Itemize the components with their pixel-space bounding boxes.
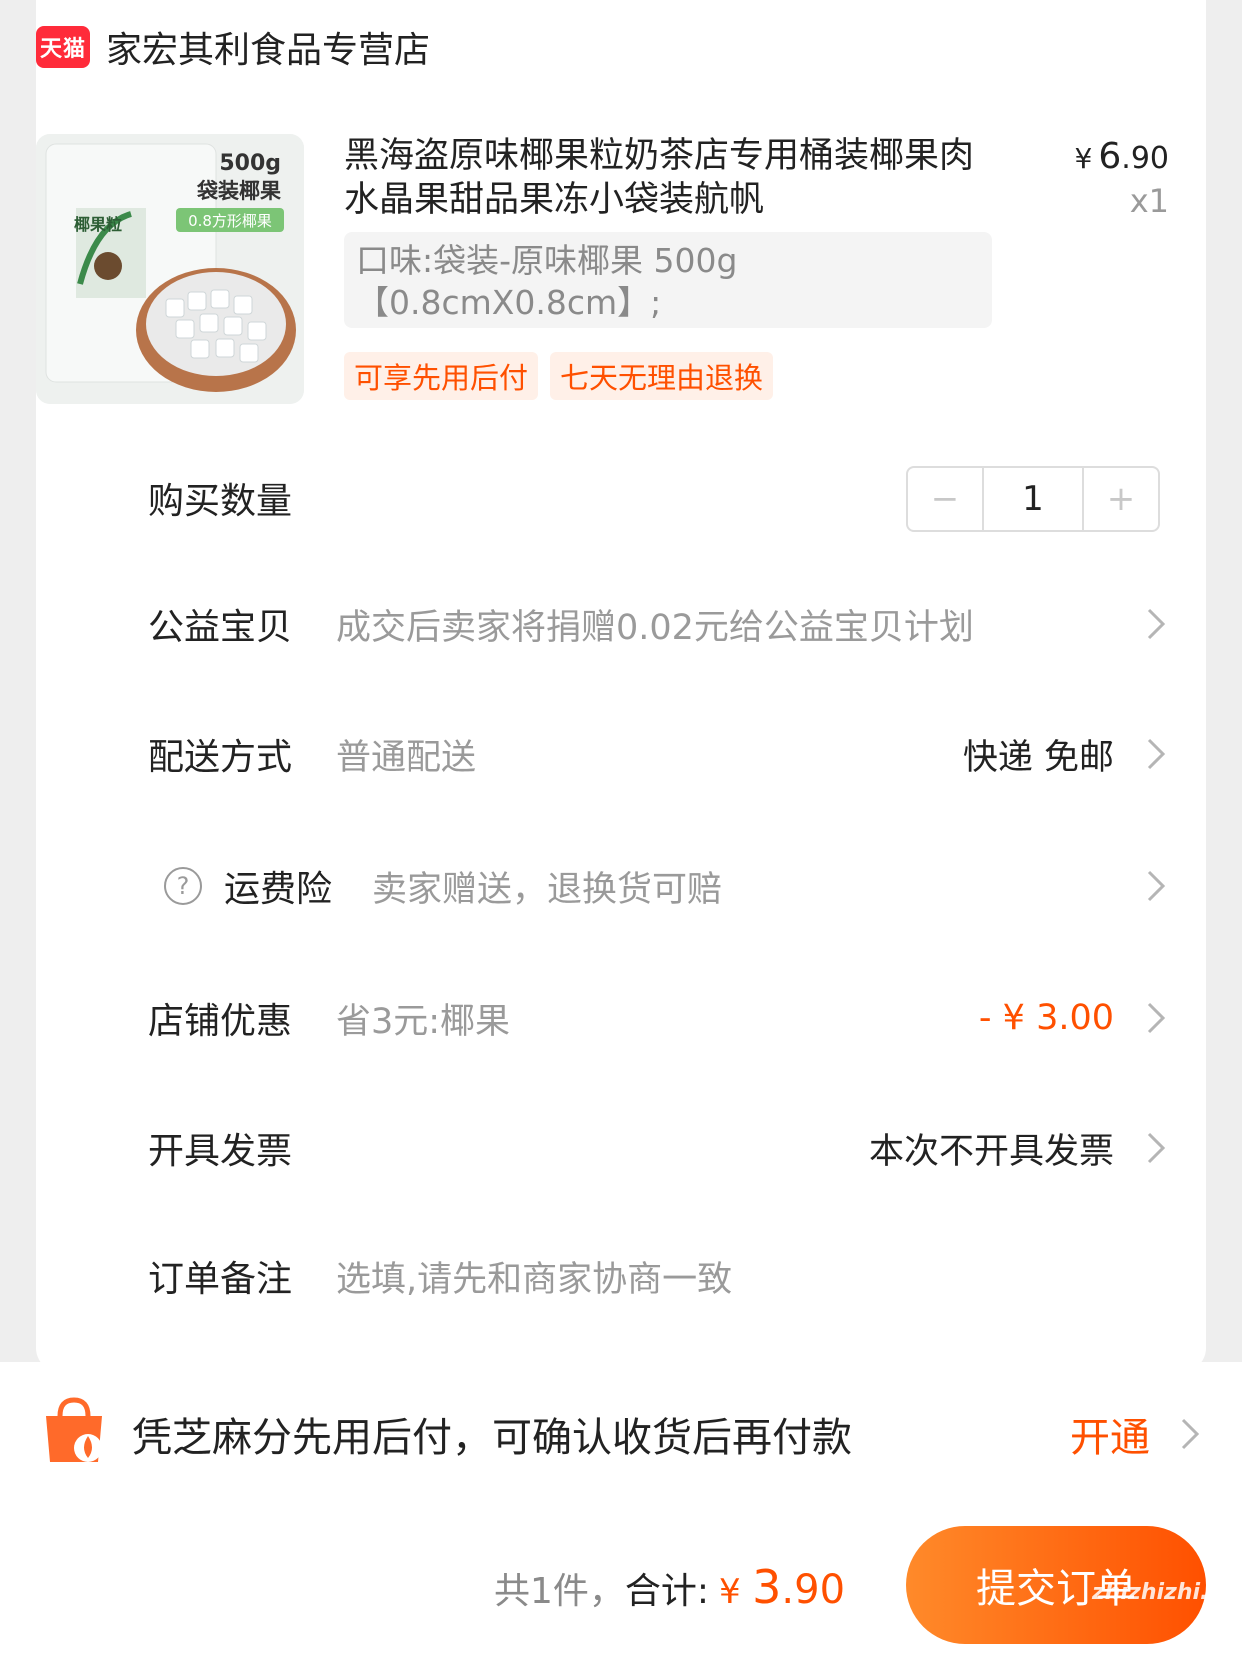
note-row: 订单备注 选填,请先和商家协商一致 — [148, 1246, 1168, 1306]
price-integer: 6 — [1098, 136, 1122, 177]
watermark: zhizhizhi.com — [1092, 1580, 1242, 1605]
discount-desc: 省3元:椰果 — [336, 1001, 511, 1042]
product-title[interactable]: 黑海盗原味椰果粒奶茶店专用桶装椰果肉水晶果甜品果冻小袋装航帆 — [344, 134, 984, 222]
chevron-right-icon — [1144, 998, 1168, 1038]
price-currency: ¥ — [1074, 142, 1093, 175]
total-integer: 3 — [752, 1560, 782, 1614]
product-quantity: x1 — [1129, 182, 1169, 220]
quantity-stepper[interactable]: − 1 + — [906, 466, 1160, 532]
image-weight-text: 500g — [219, 151, 281, 176]
charity-row[interactable]: 公益宝贝 成交后卖家将捐赠0.02元给公益宝贝计划 — [148, 594, 1168, 654]
insurance-label: 运费险 — [224, 869, 333, 910]
insurance-desc: 卖家赠送，退换货可赔 — [372, 869, 723, 910]
discount-label: 店铺优惠 — [148, 1001, 293, 1042]
open-button[interactable]: 开通 — [1070, 1405, 1150, 1463]
quantity-label: 购买数量 — [148, 481, 293, 522]
shop-header[interactable]: 天猫 家宏其利食品专营店 — [36, 22, 430, 72]
credit-text: 凭芝麻分先用后付，可确认收货后再付款 — [132, 1415, 852, 1461]
increment-button[interactable]: + — [1084, 468, 1158, 530]
delivery-label: 配送方式 — [148, 737, 293, 778]
shopping-bag-icon — [40, 1396, 108, 1472]
total-decimal: .90 — [781, 1567, 846, 1613]
chevron-right-icon — [1178, 1414, 1202, 1454]
tmall-logo: 天猫 — [36, 26, 90, 68]
chevron-right-icon — [1144, 734, 1168, 774]
product-image[interactable]: 500g 袋装椰果 0.8方形椰果 椰果粒 — [36, 134, 304, 404]
insurance-row[interactable]: ? 运费险 卖家赠送，退换货可赔 — [164, 856, 1168, 916]
chevron-right-icon — [1144, 866, 1168, 906]
product-price: ¥6.90 — [1075, 136, 1169, 177]
tag-seven-day-return: 七天无理由退换 — [550, 352, 774, 400]
price-decimal: .90 — [1121, 141, 1169, 176]
total-currency: ¥ — [719, 1572, 741, 1612]
charity-label: 公益宝贝 — [148, 607, 293, 648]
credit-pay-later-bar[interactable]: 凭芝麻分先用后付，可确认收货后再付款 开通 — [40, 1394, 1202, 1474]
delivery-desc: 普通配送 — [336, 737, 477, 778]
order-total: 共1件，合计: ¥ 3.90 — [494, 1560, 845, 1614]
discount-row[interactable]: 店铺优惠 省3元:椰果 - ¥ 3.00 — [148, 988, 1168, 1048]
chevron-right-icon — [1144, 1128, 1168, 1168]
image-brand-text: 椰果粒 — [74, 215, 122, 234]
decrement-button[interactable]: − — [908, 468, 982, 530]
item-count: 共1件， — [494, 1571, 625, 1612]
delivery-row[interactable]: 配送方式 普通配送 快递 免邮 — [148, 724, 1168, 784]
sku-selector[interactable]: 口味:袋装-原味椰果 500g【0.8cmX0.8cm】; — [344, 232, 992, 328]
service-tags: 可享先用后付 七天无理由退换 — [344, 352, 774, 400]
invoice-value: 本次不开具发票 — [868, 1131, 1114, 1172]
delivery-value: 快递 免邮 — [962, 737, 1114, 778]
quantity-value[interactable]: 1 — [982, 468, 1084, 530]
shop-name[interactable]: 家宏其利食品专营店 — [106, 21, 430, 73]
image-size-tag: 0.8方形椰果 — [188, 212, 272, 230]
note-label: 订单备注 — [148, 1259, 293, 1300]
total-label: 合计: — [624, 1571, 710, 1612]
invoice-row[interactable]: 开具发票 本次不开具发票 — [148, 1118, 1168, 1178]
invoice-label: 开具发票 — [148, 1131, 293, 1172]
image-pack-text: 袋装椰果 — [196, 179, 281, 203]
tag-pay-later: 可享先用后付 — [344, 352, 539, 400]
note-input[interactable]: 选填,请先和商家协商一致 — [336, 1251, 1168, 1302]
discount-value: - ¥ 3.00 — [978, 998, 1114, 1038]
question-icon[interactable]: ? — [164, 867, 202, 905]
charity-desc: 成交后卖家将捐赠0.02元给公益宝贝计划 — [336, 607, 974, 648]
chevron-right-icon — [1144, 604, 1168, 644]
